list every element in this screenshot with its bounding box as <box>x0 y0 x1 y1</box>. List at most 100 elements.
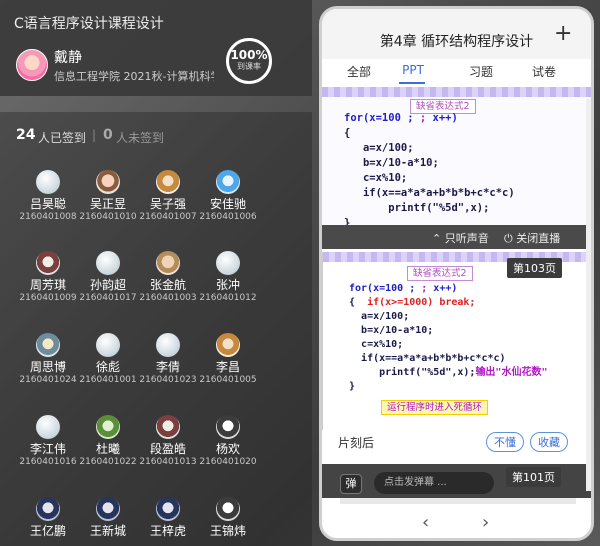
horizontal-scrollbar[interactable] <box>340 498 576 504</box>
student-avatar <box>96 170 120 194</box>
student-name: 杨欢 <box>215 442 240 456</box>
code-line: if(x==a*a*a+b*b*b+c*c*c) <box>362 187 515 199</box>
student-name: 王亿鹏 <box>29 524 66 538</box>
student-avatar <box>216 333 240 357</box>
student-card[interactable]: 安佳驰 2160401006 <box>196 170 260 223</box>
student-card[interactable]: 周思博 2160401024 <box>16 333 80 386</box>
vertical-scrollbar[interactable] <box>586 99 591 491</box>
student-avatar <box>156 251 180 275</box>
prev-page-icon[interactable]: ‹ <box>422 512 429 533</box>
student-id: 2160401001 <box>79 375 137 385</box>
page-number-badge: 第103页 <box>507 258 562 278</box>
code-block: for(x=100 ; ; x++) { a=x/100; b=x/10-a*1… <box>344 111 515 227</box>
danmu-input[interactable]: 点击发弹幕 ... <box>374 472 494 494</box>
student-card[interactable]: 王锦炜 <box>196 497 260 538</box>
checked-in-count[interactable]: 24 <box>16 127 35 143</box>
student-card[interactable]: 段盈皓 2160401013 <box>136 415 200 468</box>
tab-exams[interactable]: 试卷 <box>519 63 569 80</box>
student-name: 吴正昱 <box>89 197 126 211</box>
code-line: x++) <box>432 112 458 124</box>
student-id: 2160401012 <box>199 293 257 303</box>
checked-in-label[interactable]: 人已签到 <box>38 129 86 146</box>
attendance-panel: C语言程序设计课程设计 戴静 信息工程学院 2021秋-计算机科学与... 10… <box>0 0 312 546</box>
student-name: 周思博 <box>29 360 66 374</box>
student-id: 2160401006 <box>199 212 257 222</box>
student-card[interactable]: 孙韵超 2160401017 <box>76 251 140 304</box>
audio-only-button[interactable]: ⌃ 只听声音 <box>432 230 489 246</box>
student-avatar <box>36 415 60 439</box>
student-card[interactable]: 张冲 2160401012 <box>196 251 260 304</box>
phone-panel: 第4章 循环结构程序设计 + 全部 PPT 习题 试卷 缺省表达式2 for(x… <box>319 6 594 541</box>
student-card[interactable]: 徐彪 2160401001 <box>76 333 140 386</box>
student-card[interactable]: 李倩 2160401023 <box>136 333 200 386</box>
student-id: 2160401017 <box>79 293 137 303</box>
slide-page-103[interactable]: 缺省表达式2 第103页 for(x=100 ; ; x++) { if(x>=… <box>322 252 591 430</box>
student-card[interactable]: 王新城 <box>76 497 140 538</box>
code-inline: ; <box>413 112 433 124</box>
student-card[interactable]: 王梓虎 <box>136 497 200 538</box>
danmu-toggle-button[interactable]: 弹 <box>340 474 362 494</box>
student-name: 王梓虎 <box>149 524 186 538</box>
student-avatar <box>156 415 180 439</box>
student-avatar <box>216 170 240 194</box>
code-line: b=x/10-a*10; <box>362 157 439 169</box>
student-id: 2160401003 <box>139 293 197 303</box>
attendance-rate-value: 100% <box>230 48 268 62</box>
dont-understand-button[interactable]: 不懂 <box>486 432 524 452</box>
attendance-rate-label: 到课率 <box>237 62 261 71</box>
student-card[interactable]: 杨欢 2160401020 <box>196 415 260 468</box>
student-avatar <box>96 333 120 357</box>
tab-ppt[interactable]: PPT <box>388 63 438 77</box>
tab-exercises[interactable]: 习题 <box>456 63 506 80</box>
student-name: 王锦炜 <box>209 524 246 538</box>
not-checked-in-count[interactable]: 0 <box>103 127 113 143</box>
student-avatar <box>156 170 180 194</box>
live-slide[interactable]: 缺省表达式2 for(x=100 ; ; x++) { a=x/100; b=x… <box>322 87 591 227</box>
student-card[interactable]: 王亿鹏 <box>16 497 80 538</box>
student-id: 2160401013 <box>139 457 197 467</box>
student-name: 孙韵超 <box>89 278 126 292</box>
tab-bar: 全部 PPT 习题 试卷 <box>322 63 591 85</box>
student-avatar <box>96 497 120 521</box>
tab-all[interactable]: 全部 <box>334 63 384 80</box>
student-name: 段盈皓 <box>149 442 186 456</box>
code-line: a=x/100; <box>361 311 410 322</box>
user-name: 戴静 <box>54 50 82 66</box>
chapter-title: 第4章 循环结构程序设计 <box>379 34 534 50</box>
student-card[interactable]: 杜曦 2160401022 <box>76 415 140 468</box>
student-card[interactable]: 周芳琪 2160401009 <box>16 251 80 304</box>
student-name: 李倩 <box>155 360 180 374</box>
student-card[interactable]: 吕昊聪 2160401008 <box>16 170 80 223</box>
favorite-button[interactable]: 收藏 <box>530 432 568 452</box>
not-checked-in-label[interactable]: 人未签到 <box>116 129 164 146</box>
close-live-label: 关闭直播 <box>516 232 561 245</box>
code-line: x++) <box>433 283 458 294</box>
student-card[interactable]: 李江伟 2160401016 <box>16 415 80 468</box>
code-line: for(x=100 ; <box>349 283 416 294</box>
student-card[interactable]: 吴正昱 2160401010 <box>76 170 140 223</box>
student-card[interactable]: 李昌 2160401005 <box>196 333 260 386</box>
count-separator: | <box>92 128 97 142</box>
student-id: 2160401016 <box>19 457 77 467</box>
student-avatar <box>36 170 60 194</box>
code-line: c=x%10; <box>362 172 408 184</box>
student-name: 杜曦 <box>95 442 120 456</box>
add-icon[interactable]: + <box>554 22 572 46</box>
student-card[interactable]: 张金航 2160401003 <box>136 251 200 304</box>
code-line: printf("%5d",x); <box>379 367 476 378</box>
next-page-icon[interactable]: › <box>482 512 489 533</box>
student-id: 2160401022 <box>79 457 137 467</box>
student-avatar <box>216 497 240 521</box>
close-live-button[interactable]: ⏻ 关闭直播 <box>504 230 560 246</box>
student-id: 2160401008 <box>19 212 77 222</box>
code-line: a=x/100; <box>362 142 414 154</box>
student-card[interactable]: 吴子强 2160401007 <box>136 170 200 223</box>
code-comment: 输出"水仙花数" <box>475 367 548 378</box>
student-avatar <box>216 415 240 439</box>
code-block: for(x=100 ; ; x++) { if(x>=1000) break; … <box>349 282 547 394</box>
code-line: { <box>349 297 356 308</box>
pager: ‹ › <box>322 512 591 538</box>
student-avatar <box>156 497 180 521</box>
student-id: 2160401010 <box>79 212 137 222</box>
student-id: 2160401007 <box>139 212 197 222</box>
